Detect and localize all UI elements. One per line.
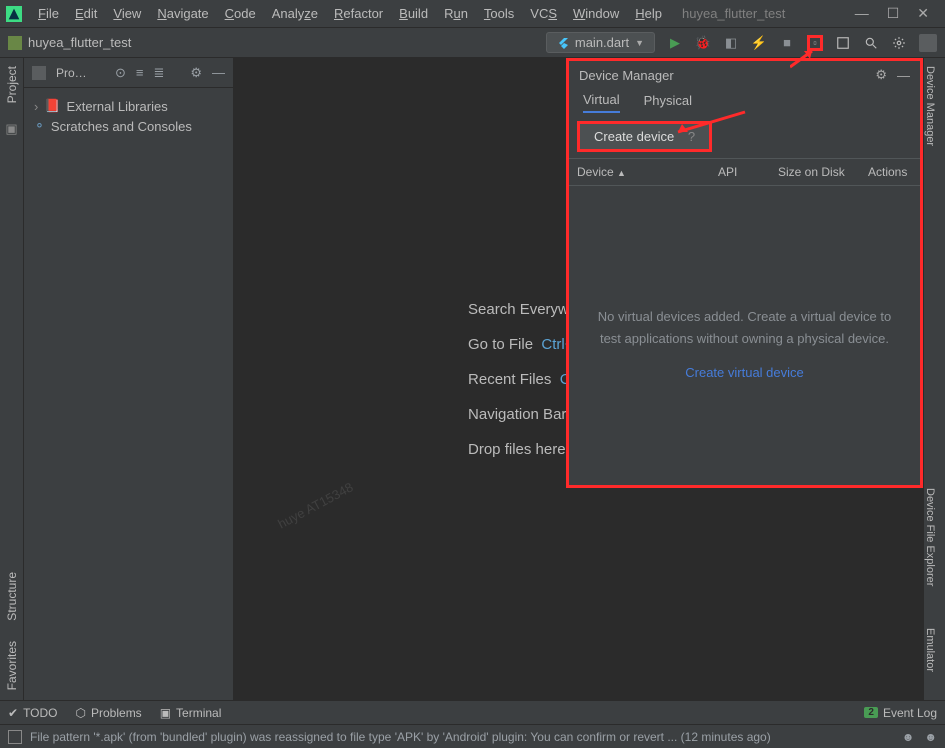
settings-icon[interactable]: [891, 35, 907, 51]
scratch-icon: ⚬: [34, 118, 45, 134]
tab-physical[interactable]: Physical: [644, 93, 692, 112]
run-icon[interactable]: ▶: [667, 35, 683, 51]
terminal-icon: ▣: [160, 706, 171, 720]
chevron-right-icon: ›: [34, 99, 38, 114]
tab-virtual[interactable]: Virtual: [583, 92, 620, 113]
expand-all-icon[interactable]: ≡: [136, 65, 144, 80]
empty-text: No virtual devices added. Create a virtu…: [598, 309, 891, 346]
project-folder-icon: [8, 36, 22, 50]
menu-analyze[interactable]: Analyze: [264, 6, 326, 21]
menu-build[interactable]: Build: [391, 6, 436, 21]
bottom-tool-strip: ✔TODO ⬡Problems ▣Terminal 2Event Log: [0, 700, 945, 724]
annotation-arrow: [670, 110, 750, 140]
goto-file-label: Go to File: [468, 336, 533, 353]
device-manager-title: Device Manager: [579, 68, 865, 83]
event-log-button[interactable]: 2Event Log: [864, 706, 937, 720]
column-device[interactable]: Device ▲: [569, 159, 710, 185]
debug-icon[interactable]: 🐞: [695, 35, 711, 51]
project-panel-title[interactable]: Pro…: [56, 66, 105, 80]
annotation-arrow: [790, 47, 820, 71]
breadcrumb[interactable]: huyea_flutter_test: [28, 35, 131, 50]
event-count-badge: 2: [864, 707, 878, 718]
window-title: huyea_flutter_test: [670, 6, 797, 21]
minimize-icon[interactable]: —: [855, 5, 869, 22]
project-tool-button[interactable]: Project: [5, 66, 19, 103]
structure-tool-button[interactable]: Structure: [5, 572, 19, 621]
collapse-all-icon[interactable]: ≣: [153, 65, 164, 81]
tree-scratches[interactable]: ⚬ Scratches and Consoles: [34, 116, 223, 136]
menu-window[interactable]: Window: [565, 6, 627, 21]
device-file-explorer-tool-button[interactable]: Device File Explorer: [924, 488, 936, 586]
tree-external-libraries[interactable]: › 📕 External Libraries: [34, 96, 223, 116]
sort-asc-icon: ▲: [617, 168, 626, 178]
watermark: huye AT15348: [275, 479, 355, 531]
favorites-tool-button[interactable]: Favorites: [5, 641, 19, 690]
menu-bar: File Edit View Navigate Code Analyze Ref…: [0, 0, 945, 28]
menu-edit[interactable]: Edit: [67, 6, 105, 21]
chevron-down-icon: ▼: [635, 38, 644, 48]
hide-panel-icon[interactable]: —: [897, 68, 910, 83]
menu-file[interactable]: File: [30, 6, 67, 21]
column-actions[interactable]: Actions: [860, 159, 920, 185]
terminal-tool-button[interactable]: ▣Terminal: [160, 706, 222, 720]
device-manager-tool-button[interactable]: Device Manager: [924, 66, 936, 146]
create-virtual-device-link[interactable]: Create virtual device: [589, 362, 900, 384]
panel-settings-icon[interactable]: ⚙: [190, 65, 202, 81]
panel-settings-icon[interactable]: ⚙: [875, 67, 887, 83]
menu-view[interactable]: View: [105, 6, 149, 21]
profile-icon[interactable]: ⚡: [751, 35, 767, 51]
problems-tool-button[interactable]: ⬡Problems: [76, 706, 142, 720]
menu-tools[interactable]: Tools: [476, 6, 522, 21]
external-libraries-label: External Libraries: [67, 99, 168, 114]
status-message: File pattern '*.apk' (from 'bundled' plu…: [30, 730, 771, 744]
run-configuration-selector[interactable]: main.dart ▼: [546, 32, 655, 53]
status-bar: File pattern '*.apk' (from 'bundled' plu…: [0, 724, 945, 748]
avd-icon[interactable]: [835, 35, 851, 51]
check-icon: ✔: [8, 706, 18, 720]
empty-device-state: No virtual devices added. Create a virtu…: [569, 186, 920, 384]
menu-run[interactable]: Run: [436, 6, 476, 21]
recent-files-label: Recent Files: [468, 371, 551, 388]
tool-window-quick-access-icon[interactable]: [8, 730, 22, 744]
project-panel: Pro… ⊙ ≡ ≣ ⚙ — › 📕 External Libraries ⚬ …: [24, 58, 234, 700]
nav-bar-label: Navigation Bar: [468, 406, 566, 423]
menu-vcs[interactable]: VCS: [522, 6, 565, 21]
coverage-icon[interactable]: ◧: [723, 35, 739, 51]
left-tool-rail: Project ▣ Structure Favorites: [0, 58, 24, 700]
column-size[interactable]: Size on Disk: [770, 159, 860, 185]
close-icon[interactable]: ✕: [917, 5, 929, 22]
android-studio-icon: [6, 6, 22, 22]
library-icon: 📕: [44, 98, 60, 114]
maximize-icon[interactable]: ☐: [887, 5, 900, 22]
avatar-icon[interactable]: [919, 34, 937, 52]
hide-panel-icon[interactable]: —: [212, 65, 225, 80]
create-device-label: Create device: [594, 129, 674, 144]
menu-code[interactable]: Code: [217, 6, 264, 21]
folder-icon[interactable]: ▣: [5, 121, 17, 137]
menu-help[interactable]: Help: [627, 6, 670, 21]
profiler-status-icon[interactable]: ☻: [924, 730, 937, 744]
right-tool-rail: Device Manager Device File Explorer Emul…: [923, 58, 945, 700]
scratches-label: Scratches and Consoles: [51, 119, 192, 134]
menu-navigate[interactable]: Navigate: [149, 6, 216, 21]
run-config-label: main.dart: [575, 35, 629, 50]
warning-icon: ⬡: [76, 706, 86, 720]
select-opened-icon[interactable]: ⊙: [115, 65, 126, 81]
device-table-header: Device ▲ API Size on Disk Actions: [569, 158, 920, 186]
project-view-icon: [32, 66, 46, 80]
ide-status-icon[interactable]: ☻: [902, 730, 915, 744]
flutter-icon: [557, 37, 569, 49]
column-api[interactable]: API: [710, 159, 770, 185]
menu-refactor[interactable]: Refactor: [326, 6, 391, 21]
todo-tool-button[interactable]: ✔TODO: [8, 706, 58, 720]
search-icon[interactable]: [863, 35, 879, 51]
emulator-tool-button[interactable]: Emulator: [924, 628, 936, 672]
